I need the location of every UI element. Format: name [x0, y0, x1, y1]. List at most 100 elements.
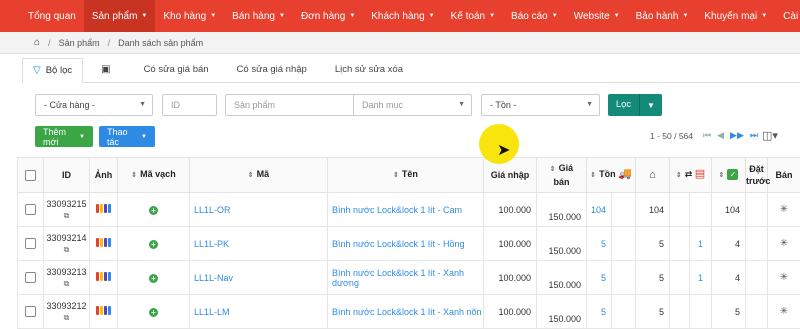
- copy-icon[interactable]: ⧉: [44, 279, 89, 289]
- col-sell[interactable]: Bán: [768, 158, 800, 193]
- category-select[interactable]: Danh mục▼: [353, 94, 472, 116]
- store-select[interactable]: - Cửa hàng -▼: [35, 94, 153, 116]
- row-code[interactable]: LL1L-PK: [190, 227, 328, 261]
- table-row: 33093212⧉ + LL1L-LM Bình nước Lock&lock …: [18, 295, 800, 329]
- col-transfer[interactable]: ⇕⇄ ▤: [670, 158, 712, 193]
- col-id[interactable]: ID: [44, 158, 90, 193]
- product-thumbnail[interactable]: [96, 204, 111, 213]
- col-warehouse[interactable]: ⌂: [636, 158, 670, 193]
- add-barcode-icon[interactable]: +: [149, 308, 158, 317]
- add-new-button[interactable]: Thêm mới▼: [35, 126, 93, 147]
- row-checkbox[interactable]: [25, 272, 36, 283]
- nav-item-products[interactable]: Sản phẩm▼: [84, 0, 156, 32]
- row-checked: 4: [712, 261, 746, 295]
- next-page-icon[interactable]: ▶▶: [730, 130, 744, 141]
- id-input[interactable]: ID: [162, 94, 217, 116]
- col-preorder[interactable]: Đặttrước: [746, 158, 768, 193]
- nav-item-sales[interactable]: Bán hàng▼: [224, 0, 293, 32]
- chevron-down-icon: ▼: [429, 13, 435, 19]
- chevron-down-icon: ▼: [141, 13, 147, 19]
- row-transfer[interactable]: [690, 193, 712, 227]
- sort-icon: ⇕: [131, 172, 137, 179]
- row-checkbox[interactable]: [25, 238, 36, 249]
- add-barcode-icon[interactable]: +: [149, 206, 158, 215]
- copy-icon[interactable]: ⧉: [44, 245, 89, 255]
- nav-item-warranty[interactable]: Bảo hành▼: [628, 0, 697, 32]
- row-transfer[interactable]: [690, 295, 712, 329]
- row-checkbox[interactable]: [25, 204, 36, 215]
- stock-select[interactable]: - Tồn -▼: [481, 94, 600, 116]
- nav-item-reports[interactable]: Báo cáo▼: [503, 0, 566, 32]
- filter-submit-button[interactable]: Lọc ▼: [608, 94, 662, 116]
- row-transfer[interactable]: 1: [690, 227, 712, 261]
- star-icon[interactable]: ✳: [780, 204, 788, 215]
- breadcrumb-products[interactable]: Sản phẩm: [59, 38, 100, 48]
- nav-item-website[interactable]: Website▼: [566, 0, 628, 32]
- nav-item-promotions[interactable]: Khuyến mại▼: [696, 0, 775, 32]
- row-code[interactable]: LL1L-OR: [190, 193, 328, 227]
- row-name[interactable]: Bình nước Lock&lock 1 lít - Cam: [328, 193, 484, 227]
- operations-button[interactable]: Thao tác▼: [99, 126, 155, 147]
- product-thumbnail[interactable]: [96, 272, 111, 281]
- row-stock[interactable]: 5: [587, 295, 612, 329]
- row-transfer[interactable]: 1: [690, 261, 712, 295]
- table-row: 33093214⧉ + LL1L-PK Bình nước Lock&lock …: [18, 227, 800, 261]
- row-id: 33093215⧉: [44, 193, 90, 227]
- row-image[interactable]: [90, 193, 118, 227]
- nav-item-orders[interactable]: Đơn hàng▼: [293, 0, 363, 32]
- chevron-down-icon[interactable]: ▼: [640, 101, 662, 110]
- row-stock[interactable]: 104: [587, 193, 612, 227]
- select-all-checkbox[interactable]: [18, 158, 44, 193]
- home-icon[interactable]: ⌂: [34, 37, 40, 48]
- star-icon[interactable]: ✳: [780, 272, 788, 283]
- row-code[interactable]: LL1L-Nav: [190, 261, 328, 295]
- nav-item-settings[interactable]: Cài đặt▼: [775, 0, 800, 32]
- row-name[interactable]: Bình nước Lock&lock 1 lít - Xanh dương: [328, 261, 484, 295]
- star-icon[interactable]: ✳: [780, 306, 788, 317]
- row-import-price: 100.000: [484, 261, 537, 295]
- nav-item-accounting[interactable]: Kế toán▼: [443, 0, 503, 32]
- tab-save[interactable]: ▣: [91, 57, 125, 82]
- col-sale-price[interactable]: ⇕Giábán: [537, 158, 587, 193]
- add-barcode-icon[interactable]: +: [149, 274, 158, 283]
- nav-item-overview[interactable]: Tổng quan: [20, 0, 84, 32]
- first-page-icon[interactable]: ⏮: [703, 130, 711, 141]
- chevron-down-icon: ▼: [586, 101, 593, 108]
- col-name[interactable]: ⇕Tên: [328, 158, 484, 193]
- row-warehouse: 5: [636, 261, 670, 295]
- copy-icon[interactable]: ⧉: [44, 313, 89, 323]
- row-name[interactable]: Bình nước Lock&lock 1 lít - Xanh nõn: [328, 295, 484, 329]
- row-stock[interactable]: 5: [587, 261, 612, 295]
- col-code[interactable]: ⇕Mã: [190, 158, 328, 193]
- row-checkbox[interactable]: [25, 306, 36, 317]
- product-thumbnail[interactable]: [96, 306, 111, 315]
- tab-filter[interactable]: ▽Bộ lọc: [22, 58, 83, 83]
- sort-icon: ⇕: [590, 172, 596, 179]
- row-import-price: 100.000: [484, 227, 537, 261]
- col-stock[interactable]: ⇕Tồn 🚚: [587, 158, 636, 193]
- tab-edited-import-price[interactable]: Có sửa giá nhập: [227, 57, 317, 82]
- row-id: 33093213⧉: [44, 261, 90, 295]
- col-checked[interactable]: ⇕✓: [712, 158, 746, 193]
- copy-icon[interactable]: ⧉: [44, 211, 89, 221]
- row-stock[interactable]: 5: [587, 227, 612, 261]
- row-image[interactable]: [90, 295, 118, 329]
- row-name[interactable]: Bình nước Lock&lock 1 lít - Hồng: [328, 227, 484, 261]
- tab-edit-history[interactable]: Lịch sử sửa xóa: [325, 57, 413, 82]
- product-thumbnail[interactable]: [96, 238, 111, 247]
- mouse-pointer-icon: ➤: [497, 143, 510, 159]
- nav-item-warehouse[interactable]: Kho hàng▼: [155, 0, 224, 32]
- row-code[interactable]: LL1L-LM: [190, 295, 328, 329]
- star-icon[interactable]: ✳: [780, 238, 788, 249]
- add-barcode-icon[interactable]: +: [149, 240, 158, 249]
- row-image[interactable]: [90, 227, 118, 261]
- columns-toggle-icon[interactable]: ◫▾: [762, 129, 778, 142]
- row-sale-price: 150.000: [537, 227, 587, 261]
- col-barcode[interactable]: ⇕Mã vạch: [118, 158, 190, 193]
- nav-item-customers[interactable]: Khách hàng▼: [363, 0, 442, 32]
- row-image[interactable]: [90, 261, 118, 295]
- tab-edited-sale-price[interactable]: Có sửa giá bán: [134, 57, 219, 82]
- last-page-icon[interactable]: ⏭: [750, 130, 758, 141]
- chevron-down-icon: ▼: [682, 13, 688, 19]
- prev-page-icon[interactable]: ◀: [717, 130, 724, 141]
